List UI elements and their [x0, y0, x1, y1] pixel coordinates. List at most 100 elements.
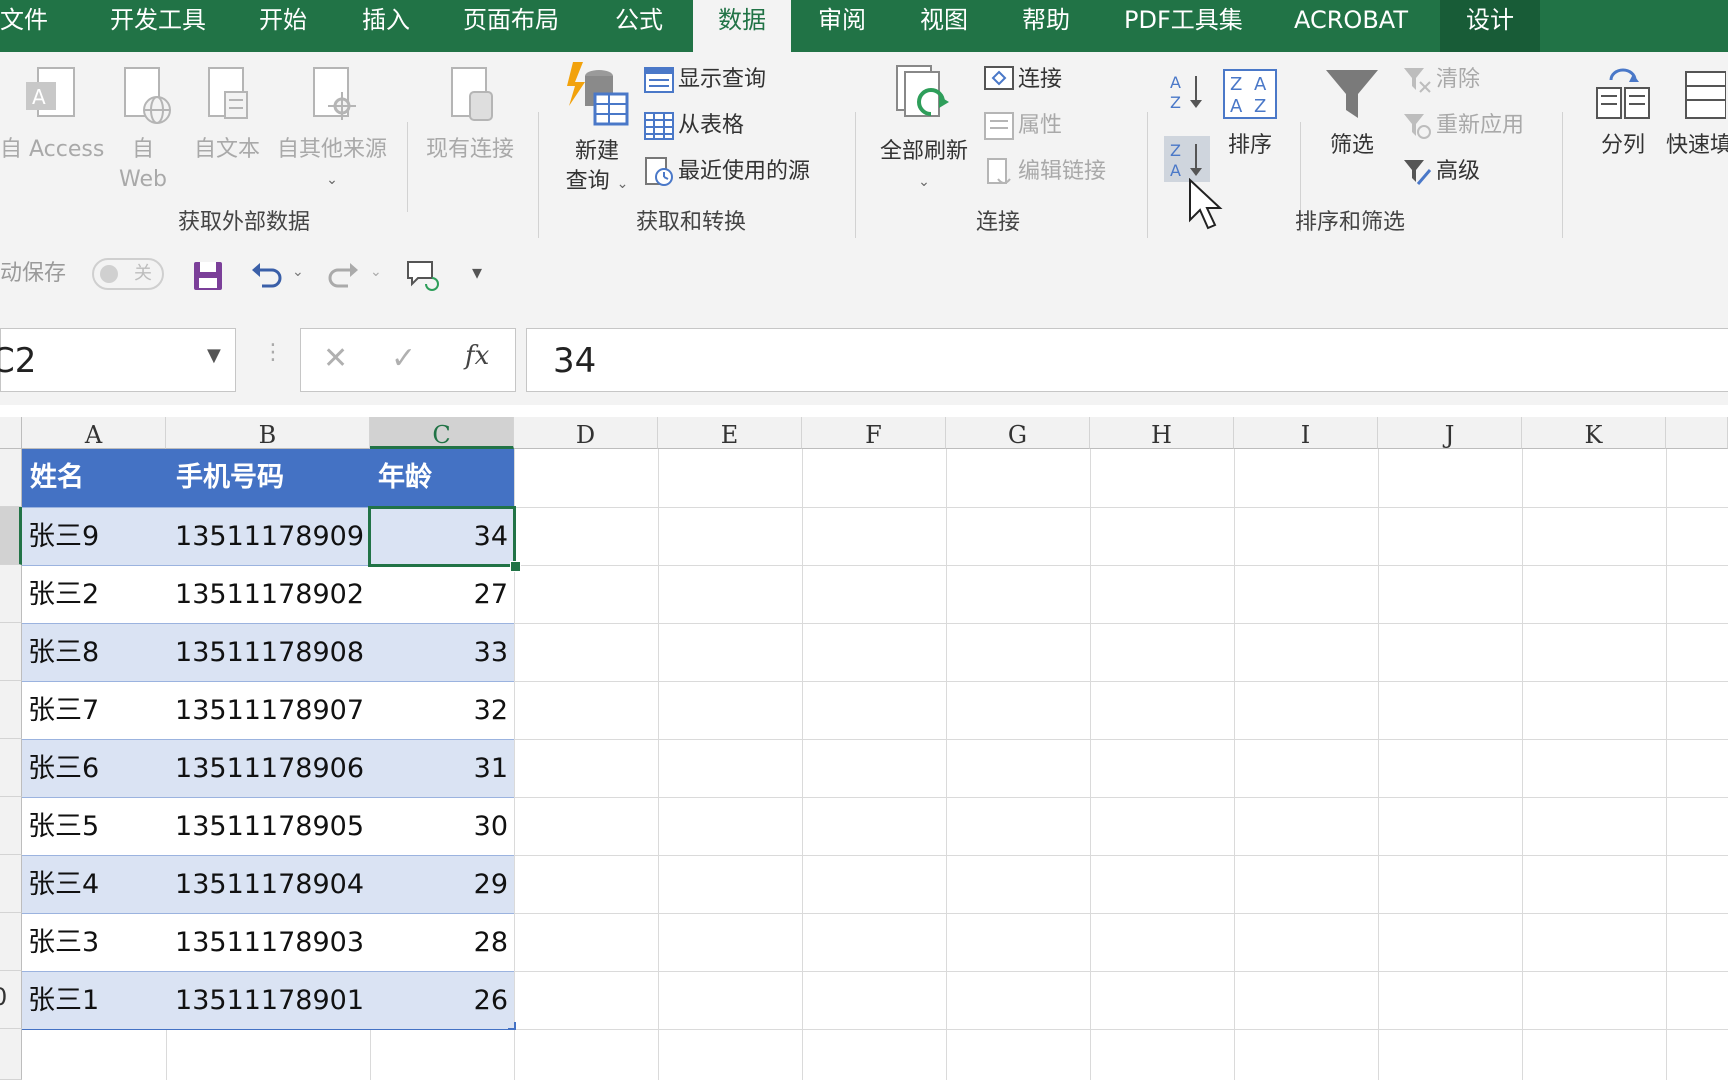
table-cell-phone[interactable]: 13511178907: [166, 682, 370, 739]
advanced-filter-button[interactable]: 高级: [1402, 156, 1480, 188]
sort-button[interactable]: ZAAZ 排序: [1214, 66, 1286, 161]
properties-button[interactable]: 属性: [984, 110, 1062, 142]
table-header-name[interactable]: 姓名: [22, 449, 166, 507]
row-header[interactable]: [0, 681, 22, 739]
row-header[interactable]: [0, 449, 22, 507]
table-cell-age[interactable]: 29: [370, 856, 514, 913]
column-header-g[interactable]: G: [946, 417, 1090, 449]
tab-pdf-tools[interactable]: PDF工具集: [1124, 0, 1243, 52]
tab-data[interactable]: 数据: [693, 0, 791, 52]
table-cell-name[interactable]: 张三2: [22, 566, 166, 623]
table-cell-age[interactable]: 27: [370, 566, 514, 623]
new-query-button[interactable]: 新建 查询 ⌄: [556, 60, 638, 199]
table-cell-name[interactable]: 张三7: [22, 682, 166, 739]
column-header-c[interactable]: C: [370, 417, 514, 449]
show-queries-button[interactable]: 显示查询: [644, 64, 766, 96]
insert-function-icon[interactable]: fx: [465, 341, 489, 371]
column-header-h[interactable]: H: [1090, 417, 1234, 449]
table-cell-phone[interactable]: 13511178905: [166, 798, 370, 855]
reapply-button[interactable]: 重新应用: [1402, 110, 1524, 142]
worksheet-grid[interactable]: A B C D E F G H I J K 姓名 手机号码 年龄 张三9 135…: [0, 417, 1728, 1080]
from-other-sources-button[interactable]: 自其他来源 ⌄: [270, 62, 394, 195]
refresh-all-button[interactable]: 全部刷新 ⌄: [874, 62, 974, 197]
table-cell-age[interactable]: 33: [370, 624, 514, 681]
table-cell-phone[interactable]: 13511178903: [166, 914, 370, 971]
column-header-j[interactable]: J: [1378, 417, 1522, 449]
comment-sync-icon[interactable]: [404, 258, 440, 294]
row-header[interactable]: [0, 913, 22, 971]
column-header-i[interactable]: I: [1234, 417, 1378, 449]
from-text-button[interactable]: 自文本: [190, 62, 264, 165]
fill-handle[interactable]: [510, 561, 521, 572]
row-header[interactable]: [0, 1029, 22, 1080]
formula-input[interactable]: 34: [526, 328, 1728, 392]
select-all-corner[interactable]: [0, 417, 22, 449]
tab-insert[interactable]: 插入: [362, 0, 410, 52]
table-header-phone[interactable]: 手机号码: [166, 449, 370, 507]
sort-descending-button[interactable]: ZA: [1164, 136, 1210, 182]
column-header-e[interactable]: E: [658, 417, 802, 449]
table-cell-name[interactable]: 张三9: [22, 508, 166, 565]
customize-qat-icon[interactable]: ▾: [472, 260, 482, 284]
save-icon[interactable]: [192, 260, 224, 292]
row-header[interactable]: [0, 797, 22, 855]
row-header[interactable]: [0, 623, 22, 681]
tab-home[interactable]: 开始: [259, 0, 307, 52]
edit-links-button[interactable]: 编辑链接: [984, 156, 1106, 188]
table-cell-phone[interactable]: 13511178902: [166, 566, 370, 623]
tab-help[interactable]: 帮助: [1022, 0, 1070, 52]
from-web-button[interactable]: 自 Web: [108, 62, 178, 195]
sort-ascending-button[interactable]: AZ: [1168, 72, 1208, 112]
table-cell-name[interactable]: 张三1: [22, 972, 166, 1029]
table-header-age[interactable]: 年龄: [370, 449, 514, 507]
table-cell-name[interactable]: 张三3: [22, 914, 166, 971]
redo-icon[interactable]: [326, 260, 360, 292]
column-header-b[interactable]: B: [166, 417, 370, 449]
formula-bar-drag-handle[interactable]: ⋮: [262, 340, 284, 365]
table-cell-phone[interactable]: 13511178901: [166, 972, 370, 1029]
row-header[interactable]: [0, 565, 22, 623]
clear-filter-button[interactable]: 清除: [1402, 64, 1480, 96]
row-header[interactable]: 0: [0, 971, 22, 1029]
name-box[interactable]: C2 ▼: [0, 328, 236, 392]
undo-icon[interactable]: [250, 260, 284, 292]
column-header-a[interactable]: A: [22, 417, 166, 449]
tab-formulas[interactable]: 公式: [615, 0, 663, 52]
tab-developer[interactable]: 开发工具: [110, 0, 206, 52]
autosave-toggle[interactable]: 关: [92, 258, 164, 290]
table-cell-name[interactable]: 张三5: [22, 798, 166, 855]
column-header-k[interactable]: K: [1522, 417, 1666, 449]
undo-dropdown-icon[interactable]: ⌄: [292, 264, 304, 280]
confirm-entry-icon[interactable]: ✓: [391, 341, 416, 376]
tab-file[interactable]: 文件: [0, 0, 48, 52]
table-cell-phone[interactable]: 13511178909: [166, 508, 370, 565]
table-cell-phone[interactable]: 13511178906: [166, 740, 370, 797]
redo-dropdown-icon[interactable]: ⌄: [370, 264, 382, 280]
tab-review[interactable]: 审阅: [818, 0, 866, 52]
connections-button[interactable]: 连接: [984, 64, 1062, 96]
tab-view[interactable]: 视图: [920, 0, 968, 52]
tab-design[interactable]: 设计: [1440, 0, 1540, 52]
cancel-entry-icon[interactable]: ✕: [323, 341, 348, 376]
table-resize-handle[interactable]: [508, 1022, 516, 1030]
table-cell-name[interactable]: 张三4: [22, 856, 166, 913]
column-header-d[interactable]: D: [514, 417, 658, 449]
tab-acrobat[interactable]: ACROBAT: [1294, 0, 1408, 52]
table-cell-age[interactable]: 26: [370, 972, 514, 1029]
table-cell-age[interactable]: 30: [370, 798, 514, 855]
from-table-button[interactable]: 从表格: [644, 110, 744, 142]
row-header[interactable]: [0, 739, 22, 797]
recent-sources-button[interactable]: 最近使用的源: [644, 156, 810, 188]
table-cell-age[interactable]: 31: [370, 740, 514, 797]
table-cell-phone[interactable]: 13511178904: [166, 856, 370, 913]
from-access-button[interactable]: A 自 Access: [0, 62, 104, 165]
table-cell-name[interactable]: 张三8: [22, 624, 166, 681]
name-box-dropdown-icon[interactable]: ▼: [207, 345, 221, 366]
table-cell-age[interactable]: 32: [370, 682, 514, 739]
table-cell-name[interactable]: 张三6: [22, 740, 166, 797]
row-header[interactable]: [0, 855, 22, 913]
filter-button[interactable]: 筛选: [1312, 66, 1392, 161]
text-to-columns-button[interactable]: 分列: [1584, 66, 1662, 161]
tab-page-layout[interactable]: 页面布局: [463, 0, 559, 52]
flash-fill-button[interactable]: 快速填: [1666, 66, 1728, 161]
